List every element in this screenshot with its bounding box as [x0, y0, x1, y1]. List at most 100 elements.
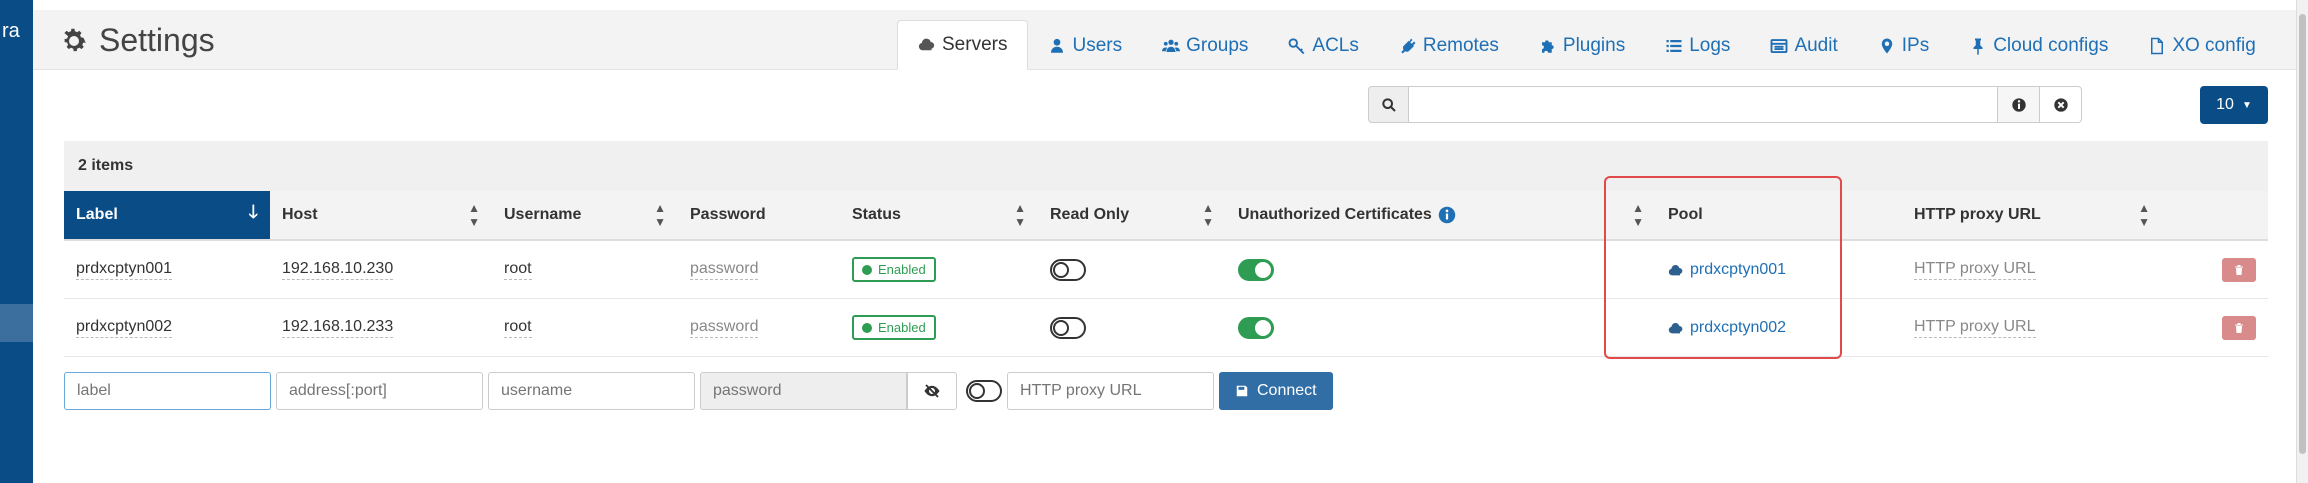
tab-xo-config[interactable]: XO config	[2128, 21, 2275, 70]
search-input[interactable]	[1408, 86, 1998, 123]
plug-icon	[1401, 38, 1416, 53]
tab-cloud-configs-label: Cloud configs	[1993, 34, 2109, 56]
sort-icon: ▲ ▼	[654, 201, 666, 229]
trash-icon	[2235, 264, 2243, 275]
tab-cloud-configs[interactable]: Cloud configs	[1949, 21, 2128, 70]
cloud-icon	[918, 38, 935, 51]
new-server-label-input[interactable]	[64, 372, 271, 410]
sort-icon: ▲ ▼	[1202, 201, 1214, 229]
save-icon	[1236, 385, 1248, 397]
connect-label: Connect	[1257, 382, 1317, 399]
new-server-password-input[interactable]	[700, 372, 907, 410]
server-host[interactable]: 192.168.10.230	[282, 259, 394, 280]
clear-search-button[interactable]	[2040, 86, 2082, 123]
tab-users-label: Users	[1072, 34, 1123, 56]
tab-remotes-label: Remotes	[1422, 34, 1499, 56]
server-host[interactable]: 192.168.10.233	[282, 317, 394, 338]
column-label: Host	[282, 206, 318, 223]
server-label[interactable]: prdxcptyn001	[76, 259, 173, 280]
tab-servers[interactable]: Servers	[897, 20, 1029, 70]
connect-button[interactable]: Connect	[1219, 372, 1333, 410]
delete-server-button[interactable]	[2222, 315, 2256, 340]
filter-help-button[interactable]	[1998, 86, 2040, 123]
new-server-host-input[interactable]	[276, 372, 483, 410]
status-text: Enabled	[878, 320, 926, 335]
sort-icon: ▲ ▼	[1014, 201, 1026, 229]
eye-slash-icon	[924, 384, 940, 398]
page-title-text: Settings	[99, 22, 215, 58]
pin-icon	[1973, 38, 1983, 55]
tab-groups[interactable]: Groups	[1142, 21, 1268, 70]
tab-logs[interactable]: Logs	[1645, 21, 1750, 70]
status-badge[interactable]: Enabled	[852, 315, 936, 340]
cell-http-proxy-url[interactable]: HTTP proxy URL	[1902, 299, 2162, 357]
left-nav-rail: ra	[0, 0, 33, 483]
info-icon[interactable]	[1438, 206, 1456, 224]
vertical-scrollbar[interactable]	[2296, 0, 2308, 483]
server-password[interactable]: password	[690, 259, 759, 280]
settings-header: Settings Servers Users Groups ACLs Remot…	[33, 10, 2296, 70]
column-header-host[interactable]: Host ▲ ▼	[270, 191, 492, 239]
column-header-username[interactable]: Username ▲ ▼	[492, 191, 678, 239]
cell-host[interactable]: 192.168.10.230	[270, 241, 492, 299]
http-proxy-url[interactable]: HTTP proxy URL	[1914, 259, 2036, 280]
brand-text[interactable]: ra	[0, 20, 33, 43]
server-label[interactable]: prdxcptyn002	[76, 317, 173, 338]
cell-password[interactable]: password	[678, 241, 840, 299]
toggle-password-visibility-button[interactable]	[907, 372, 957, 410]
cell-status[interactable]: Enabled	[840, 241, 1038, 299]
new-server-proxy-input[interactable]	[1007, 372, 1214, 410]
cell-label[interactable]: prdxcptyn002	[64, 299, 270, 357]
column-label: Read Only	[1050, 206, 1130, 223]
page-size-dropdown[interactable]: 10 ▼	[2200, 86, 2268, 124]
tab-servers-label: Servers	[942, 34, 1008, 55]
column-header-password: Password	[678, 191, 840, 239]
cell-read-only	[1038, 241, 1226, 299]
cell-password[interactable]: password	[678, 299, 840, 357]
cell-username[interactable]: root	[492, 299, 678, 357]
caret-down-icon: ▼	[2241, 99, 2252, 111]
sort-desc-icon: 🡓	[248, 202, 258, 222]
tab-acls[interactable]: ACLs	[1268, 21, 1378, 70]
new-server-username-input[interactable]	[488, 372, 695, 410]
cell-unauthorized-certificates	[1226, 299, 1656, 357]
tab-plugins[interactable]: Plugins	[1519, 21, 1645, 70]
tab-ips[interactable]: IPs	[1858, 21, 1949, 70]
table-row: prdxcptyn002 192.168.10.233 root passwor…	[64, 299, 2268, 357]
status-dot-icon	[862, 264, 872, 275]
server-username[interactable]: root	[504, 317, 532, 338]
cell-actions	[2162, 241, 2268, 299]
column-header-read-only[interactable]: Read Only ▲ ▼	[1038, 191, 1226, 239]
unauthorized-certificates-toggle[interactable]	[1238, 316, 1274, 339]
column-header-label[interactable]: Label 🡓	[64, 191, 270, 239]
table-header: Label 🡓 Host ▲ ▼ Username ▲ ▼ Password Sta…	[64, 191, 2268, 241]
read-only-toggle[interactable]	[1050, 258, 1086, 281]
nav-active-item[interactable]	[0, 304, 33, 342]
server-username[interactable]: root	[504, 259, 532, 280]
page-size-value: 10	[2216, 96, 2234, 113]
read-only-toggle[interactable]	[1050, 316, 1086, 339]
cell-label[interactable]: prdxcptyn001	[64, 241, 270, 299]
tab-audit[interactable]: Audit	[1750, 21, 1857, 70]
page-title: Settings	[59, 22, 215, 59]
map-marker-icon	[1881, 38, 1892, 53]
scrollbar-thumb[interactable]	[2299, 14, 2306, 454]
column-header-unauthorized-certificates[interactable]: Unauthorized Certificates ▲ ▼	[1226, 191, 1656, 239]
cell-status[interactable]: Enabled	[840, 299, 1038, 357]
http-proxy-url[interactable]: HTTP proxy URL	[1914, 317, 2036, 338]
new-server-unauthorized-toggle[interactable]	[966, 380, 1002, 402]
server-password[interactable]: password	[690, 317, 759, 338]
cell-host[interactable]: 192.168.10.233	[270, 299, 492, 357]
cell-username[interactable]: root	[492, 241, 678, 299]
cell-read-only	[1038, 299, 1226, 357]
item-count: 2 items	[64, 141, 2268, 191]
column-header-http-proxy-url[interactable]: HTTP proxy URL ▲ ▼	[1902, 191, 2162, 239]
tab-remotes[interactable]: Remotes	[1379, 21, 1519, 70]
sort-icon: ▲ ▼	[468, 201, 480, 229]
unauthorized-certificates-toggle[interactable]	[1238, 258, 1274, 281]
delete-server-button[interactable]	[2222, 257, 2256, 282]
cell-http-proxy-url[interactable]: HTTP proxy URL	[1902, 241, 2162, 299]
column-header-status[interactable]: Status ▲ ▼	[840, 191, 1038, 239]
tab-users[interactable]: Users	[1028, 21, 1142, 70]
status-badge[interactable]: Enabled	[852, 257, 936, 282]
